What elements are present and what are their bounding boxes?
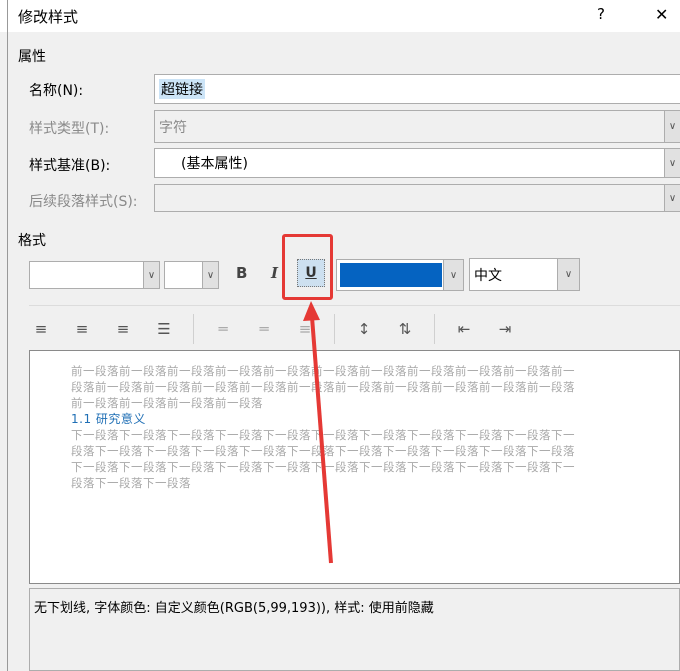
italic-button[interactable]: I	[271, 264, 278, 282]
divider	[29, 305, 680, 306]
chevron-down-icon: ∨	[143, 262, 159, 288]
increase-indent-icon[interactable]: ⇥	[493, 319, 517, 339]
increase-spacing-icon[interactable]: ↕	[352, 319, 376, 339]
separator	[434, 314, 435, 344]
based-on-select[interactable]: (基本属性) ∨	[154, 148, 680, 178]
format-heading: 格式	[18, 233, 46, 249]
style-type-select[interactable]: 字符 ∨	[154, 110, 680, 143]
name-label: 名称(N):	[29, 83, 84, 99]
align-right-icon[interactable]: ≡	[111, 319, 135, 339]
style-type-value: 字符	[159, 119, 187, 136]
properties-heading: 属性	[18, 49, 46, 65]
name-value: 超链接	[159, 79, 205, 99]
font-size-select[interactable]: ∨	[164, 261, 219, 289]
separator	[193, 314, 194, 344]
one-half-spacing-icon[interactable]: ═	[252, 319, 276, 339]
script-select[interactable]: 中文 ∨	[469, 258, 580, 291]
description-text: 无下划线, 字体颜色: 自定义颜色(RGB(5,99,193)), 样式: 使用…	[34, 601, 434, 616]
font-color-swatch	[340, 263, 442, 287]
name-input[interactable]: 超链接	[154, 74, 680, 104]
help-button[interactable]: ?	[597, 5, 605, 23]
preview-pane: 前一段落前一段落前一段落前一段落前一段落前一段落前一段落前一段落前一段落前一段落…	[29, 350, 680, 584]
based-on-label: 样式基准(B):	[29, 158, 111, 174]
font-select[interactable]: ∨	[29, 261, 160, 289]
decrease-spacing-icon[interactable]: ⇅	[393, 319, 417, 339]
bold-button[interactable]: B	[236, 264, 247, 282]
next-style-select[interactable]: ∨	[154, 184, 680, 212]
font-color-select[interactable]: ∨	[336, 259, 464, 291]
paragraph-toolbar: ≡ ≡ ≡ ☰ ═ ═ ≡ ↕ ⇅ ⇤ ⇥	[29, 314, 517, 344]
single-spacing-icon[interactable]: ═	[211, 319, 235, 339]
script-value: 中文	[474, 267, 502, 284]
window-border	[7, 0, 8, 671]
based-on-value: (基本属性)	[181, 156, 248, 172]
align-center-icon[interactable]: ≡	[70, 319, 94, 339]
chevron-down-icon: ∨	[557, 259, 579, 290]
dialog-title: 修改样式	[18, 8, 79, 26]
chevron-down-icon: ∨	[443, 260, 463, 290]
chevron-down-icon: ∨	[664, 149, 680, 177]
chevron-down-icon: ∨	[664, 185, 680, 211]
chevron-down-icon: ∨	[664, 111, 680, 142]
align-left-icon[interactable]: ≡	[29, 319, 53, 339]
title-bar: 修改样式 ? ✕	[0, 0, 680, 32]
style-description: 无下划线, 字体颜色: 自定义颜色(RGB(5,99,193)), 样式: 使用…	[29, 588, 680, 671]
annotation-arrow-icon	[303, 301, 333, 564]
decrease-indent-icon[interactable]: ⇤	[452, 319, 476, 339]
next-style-label: 后续段落样式(S):	[29, 194, 138, 210]
justify-icon[interactable]: ☰	[152, 319, 176, 339]
highlight-box	[282, 234, 333, 300]
style-type-label: 样式类型(T):	[29, 121, 110, 137]
close-button[interactable]: ✕	[655, 5, 668, 24]
chevron-down-icon: ∨	[202, 262, 218, 288]
